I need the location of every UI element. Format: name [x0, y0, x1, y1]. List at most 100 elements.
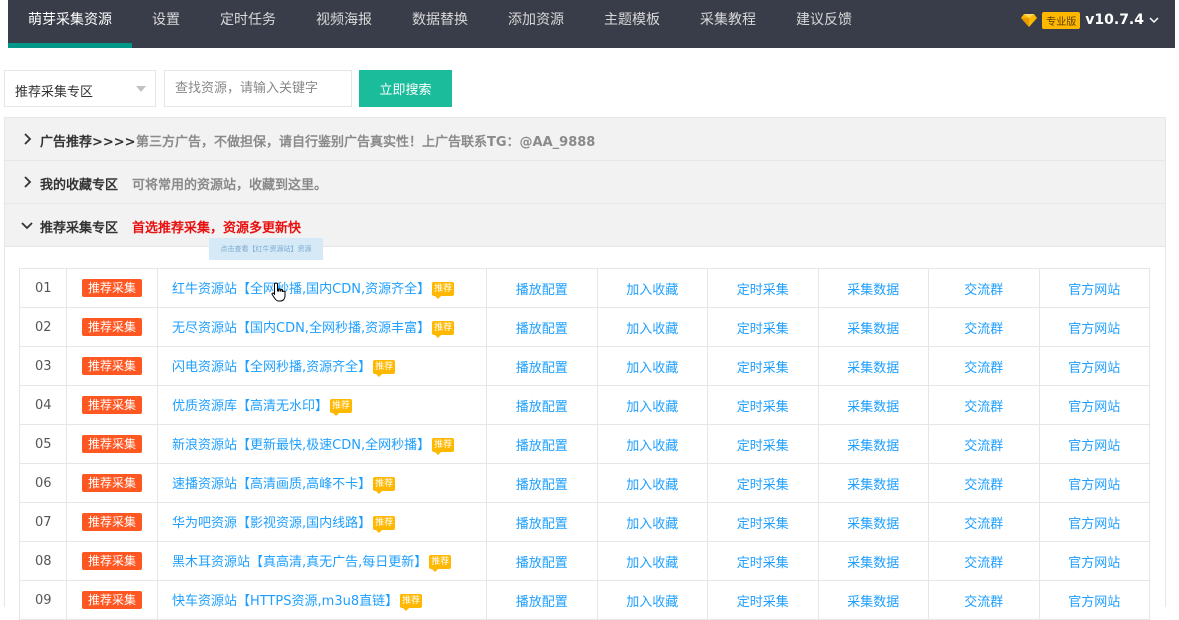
- section-title: 推荐采集专区: [40, 221, 119, 236]
- nav-item-tutorials[interactable]: 采集教程: [700, 0, 756, 48]
- nav-item-settings[interactable]: 设置: [152, 0, 180, 48]
- collect-data-link[interactable]: 采集数据: [817, 541, 929, 581]
- site-name-link[interactable]: 华为吧资源【影视资源,国内线路】: [172, 516, 371, 531]
- site-name-link[interactable]: 新浪资源站【更新最快,极速CDN,全网秒播】: [172, 438, 430, 453]
- recommend-badge: 推荐: [432, 438, 455, 455]
- official-site-link[interactable]: 官方网站: [1038, 580, 1150, 620]
- collect-data-link[interactable]: 采集数据: [817, 346, 929, 386]
- chevron-down-icon: [1149, 17, 1159, 24]
- search-input[interactable]: [164, 70, 352, 107]
- add-favorite-link[interactable]: 加入收藏: [596, 424, 708, 464]
- official-site-link[interactable]: 官方网站: [1038, 346, 1150, 386]
- official-site-link[interactable]: 官方网站: [1038, 307, 1150, 347]
- scheduled-collect-link[interactable]: 定时采集: [707, 385, 819, 425]
- table-row: 02 推荐采集 无尽资源站【国内CDN,全网秒播,资源丰富】 推荐 播放配置 加入收藏 定时…: [19, 307, 1150, 347]
- section-title: 我的收藏专区: [40, 178, 119, 193]
- nav-item-data-replace[interactable]: 数据替换: [412, 0, 468, 48]
- row-number: 01: [19, 268, 67, 308]
- caret-down-icon: [136, 86, 146, 92]
- chat-group-link[interactable]: 交流群: [928, 307, 1040, 347]
- add-favorite-link[interactable]: 加入收藏: [596, 268, 708, 308]
- official-site-link[interactable]: 官方网站: [1038, 385, 1150, 425]
- scheduled-collect-link[interactable]: 定时采集: [707, 307, 819, 347]
- play-config-link[interactable]: 播放配置: [486, 541, 598, 581]
- official-site-link[interactable]: 官方网站: [1038, 268, 1150, 308]
- zone-select[interactable]: 推荐采集专区: [4, 70, 156, 107]
- scheduled-collect-link[interactable]: 定时采集: [707, 346, 819, 386]
- chat-group-link[interactable]: 交流群: [928, 502, 1040, 542]
- recommend-tag: 推荐采集: [81, 396, 142, 414]
- table-row: 04 推荐采集 优质资源库【高清无水印】 推荐 播放配置 加入收藏 定时采集 采集数据 交流群官…: [19, 385, 1150, 425]
- table-row: 03 推荐采集 闪电资源站【全网秒播,资源齐全】 推荐 播放配置 加入收藏 定时采集 采集数据…: [19, 346, 1150, 386]
- chat-group-link[interactable]: 交流群: [928, 463, 1040, 503]
- chat-group-link[interactable]: 交流群: [928, 346, 1040, 386]
- nav-item-theme-templates[interactable]: 主题模板: [604, 0, 660, 48]
- nav-item-video-posters[interactable]: 视频海报: [316, 0, 372, 48]
- row-number: 07: [19, 502, 67, 542]
- collect-data-link[interactable]: 采集数据: [817, 424, 929, 464]
- collect-data-link[interactable]: 采集数据: [817, 385, 929, 425]
- recommend-badge: 推荐: [373, 477, 396, 494]
- row-number: 09: [19, 580, 67, 620]
- chat-group-link[interactable]: 交流群: [928, 541, 1040, 581]
- nav-item-add-resource[interactable]: 添加资源: [508, 0, 564, 48]
- search-button[interactable]: 立即搜索: [359, 70, 452, 107]
- nav-item-feedback[interactable]: 建议反馈: [796, 0, 852, 48]
- nav-item-resources[interactable]: 萌芽采集资源: [28, 0, 112, 48]
- recommend-badge: 推荐: [400, 594, 423, 611]
- official-site-link[interactable]: 官方网站: [1038, 424, 1150, 464]
- play-config-link[interactable]: 播放配置: [486, 385, 598, 425]
- table-row: 07 推荐采集 华为吧资源【影视资源,国内线路】 推荐 播放配置 加入收藏 定时采集 采集数据…: [19, 502, 1150, 542]
- section-header-recommended[interactable]: 推荐采集专区 首选推荐采集，资源多更新快: [5, 204, 1165, 247]
- play-config-link[interactable]: 播放配置: [486, 346, 598, 386]
- scheduled-collect-link[interactable]: 定时采集: [707, 580, 819, 620]
- site-name-link[interactable]: 闪电资源站【全网秒播,资源齐全】: [172, 360, 371, 375]
- recommend-badge: 推荐: [330, 399, 353, 416]
- collect-data-link[interactable]: 采集数据: [817, 307, 929, 347]
- add-favorite-link[interactable]: 加入收藏: [596, 346, 708, 386]
- chat-group-link[interactable]: 交流群: [928, 268, 1040, 308]
- row-number: 05: [19, 424, 67, 464]
- scheduled-collect-link[interactable]: 定时采集: [707, 424, 819, 464]
- site-name-link[interactable]: 快车资源站【HTTPS资源,m3u8直链】: [172, 594, 398, 609]
- collect-data-link[interactable]: 采集数据: [817, 502, 929, 542]
- section-header-favorites[interactable]: 我的收藏专区 可将常用的资源站，收藏到这里。: [5, 161, 1165, 204]
- site-name-link[interactable]: 黑木耳资源站【真高清,真无广告,每日更新】: [172, 555, 427, 570]
- section-desc: 可将常用的资源站，收藏到这里。: [132, 178, 328, 193]
- official-site-link[interactable]: 官方网站: [1038, 463, 1150, 503]
- add-favorite-link[interactable]: 加入收藏: [596, 307, 708, 347]
- site-name-link[interactable]: 无尽资源站【国内CDN,全网秒播,资源丰富】: [172, 321, 430, 336]
- add-favorite-link[interactable]: 加入收藏: [596, 541, 708, 581]
- scheduled-collect-link[interactable]: 定时采集: [707, 463, 819, 503]
- scheduled-collect-link[interactable]: 定时采集: [707, 541, 819, 581]
- play-config-link[interactable]: 播放配置: [486, 580, 598, 620]
- official-site-link[interactable]: 官方网站: [1038, 502, 1150, 542]
- site-name-link[interactable]: 优质资源库【高清无水印】: [172, 399, 328, 414]
- play-config-link[interactable]: 播放配置: [486, 424, 598, 464]
- site-name-link[interactable]: 红牛资源站【全网秒播,国内CDN,资源齐全】: [172, 282, 430, 297]
- collect-data-link[interactable]: 采集数据: [817, 268, 929, 308]
- chat-group-link[interactable]: 交流群: [928, 424, 1040, 464]
- add-favorite-link[interactable]: 加入收藏: [596, 463, 708, 503]
- add-favorite-link[interactable]: 加入收藏: [596, 580, 708, 620]
- add-favorite-link[interactable]: 加入收藏: [596, 502, 708, 542]
- recommend-tag: 推荐采集: [81, 435, 142, 453]
- version-menu[interactable]: 专业版 v10.7.4: [1021, 0, 1159, 40]
- site-name-link[interactable]: 速播资源站【高清画质,高峰不卡】: [172, 477, 371, 492]
- section-header-ads[interactable]: 广告推荐>>>> 第三方广告，不做担保，请自行鉴别广告真实性！上广告联系TG：@…: [5, 118, 1165, 161]
- section-desc: 首选推荐采集，资源多更新快: [132, 221, 302, 236]
- scheduled-collect-link[interactable]: 定时采集: [707, 268, 819, 308]
- collect-data-link[interactable]: 采集数据: [817, 580, 929, 620]
- section-desc: 第三方广告，不做担保，请自行鉴别广告真实性！上广告联系TG：@AA_9888: [136, 135, 596, 150]
- play-config-link[interactable]: 播放配置: [486, 502, 598, 542]
- play-config-link[interactable]: 播放配置: [486, 463, 598, 503]
- chat-group-link[interactable]: 交流群: [928, 580, 1040, 620]
- play-config-link[interactable]: 播放配置: [486, 268, 598, 308]
- collect-data-link[interactable]: 采集数据: [817, 463, 929, 503]
- play-config-link[interactable]: 播放配置: [486, 307, 598, 347]
- add-favorite-link[interactable]: 加入收藏: [596, 385, 708, 425]
- official-site-link[interactable]: 官方网站: [1038, 541, 1150, 581]
- chat-group-link[interactable]: 交流群: [928, 385, 1040, 425]
- nav-item-scheduled-tasks[interactable]: 定时任务: [220, 0, 276, 48]
- scheduled-collect-link[interactable]: 定时采集: [707, 502, 819, 542]
